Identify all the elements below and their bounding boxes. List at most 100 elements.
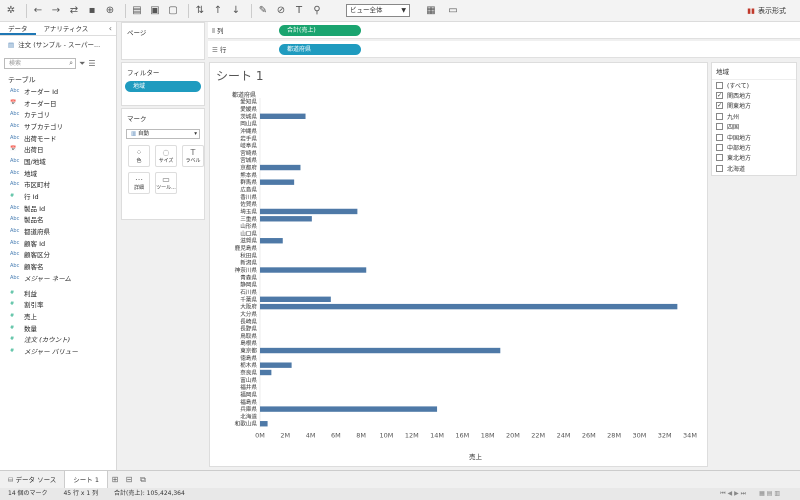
run-update-icon[interactable]: ⇄ <box>67 4 81 18</box>
mark-button[interactable]: T ラベル <box>182 145 204 167</box>
columns-shelf[interactable]: ⦀ 列 合計(売上) <box>208 22 800 39</box>
sheet-tab[interactable]: シート 1 <box>64 470 108 489</box>
show-cards-icon[interactable]: ▦ <box>424 4 438 18</box>
sort-ascending-icon[interactable]: ↑ <box>211 4 225 18</box>
checkbox-icon[interactable] <box>716 144 723 152</box>
field-item[interactable]: Abc 製品名 <box>0 214 116 226</box>
checkbox-icon[interactable] <box>716 81 723 89</box>
field-item[interactable]: Abc 製品 Id <box>0 202 116 214</box>
field-item[interactable]: Abc 国/地域 <box>0 155 116 167</box>
undo-icon[interactable]: ← <box>31 4 45 18</box>
sheet-nav-icon[interactable]: ⏮ ◀ ▶ ⏭ <box>720 488 746 500</box>
new-worksheet-icon[interactable]: ⊞ <box>108 475 122 484</box>
sheet-view-icon[interactable]: ▦ ▤ ▥ <box>759 488 780 500</box>
view-options-icon[interactable]: ☰ <box>88 59 95 68</box>
tab-analytics[interactable]: アナリティクス <box>36 22 97 35</box>
bar <box>260 406 438 412</box>
category-label: 鳥取県 <box>240 332 257 340</box>
field-item[interactable]: Abc メジャー ネーム <box>0 272 116 284</box>
clear-sheet-icon[interactable]: ▢ <box>166 4 180 18</box>
filter-option[interactable]: 中部地方 <box>712 142 796 152</box>
mark-button[interactable]: ⁘ 色 <box>128 145 150 167</box>
filter-option[interactable]: 北海道 <box>712 163 796 173</box>
field-item[interactable]: # 数量 <box>0 322 116 334</box>
filter-option[interactable]: 九州 <box>712 111 796 121</box>
checkbox-icon[interactable] <box>716 112 723 120</box>
checkbox-checked-icon[interactable]: ✓ <box>716 102 723 110</box>
field-item[interactable]: # メジャー バリュー <box>0 345 116 357</box>
checkbox-icon[interactable] <box>716 133 723 141</box>
checkbox-checked-icon[interactable]: ✓ <box>716 92 723 100</box>
view-fit-select[interactable]: ビュー全体 ▼ <box>346 4 410 17</box>
field-item[interactable]: # 注文 (カウント) <box>0 333 116 345</box>
checkbox-icon[interactable] <box>716 123 723 131</box>
field-item[interactable]: Abc 市区町村 <box>0 179 116 191</box>
filter-option[interactable]: (すべて) <box>712 80 796 90</box>
sum-total: 合計(売上): 105,424,364 <box>114 490 185 497</box>
columns-pill[interactable]: 合計(売上) <box>279 24 361 36</box>
group-icon[interactable]: ⊘ <box>274 4 288 18</box>
sort-descending-icon[interactable]: ↓ <box>229 4 243 18</box>
filter-option[interactable]: ✓ 関西地方 <box>712 90 796 100</box>
search-input[interactable]: 検索 ⌕ <box>4 58 76 69</box>
filter-icon[interactable]: ⏷ <box>79 59 85 69</box>
field-item[interactable]: Abc サブカテゴリ <box>0 120 116 132</box>
field-item[interactable]: # 割引率 <box>0 298 116 310</box>
field-name: 注文 (カウント) <box>24 336 71 345</box>
tableau-logo-icon[interactable]: ✲ <box>4 4 18 18</box>
field-item[interactable]: 📅 オーダー日 <box>0 97 116 109</box>
filters-card[interactable]: フィルター 地域 <box>121 62 205 106</box>
data-source-tab[interactable]: ⛁ データ ソース <box>0 471 64 489</box>
x-axis-title[interactable]: 売上 <box>469 451 482 461</box>
labels-icon[interactable]: T <box>292 4 306 18</box>
mark-button[interactable]: ⋯ 詳細 <box>128 172 150 194</box>
filter-pill[interactable]: 地域 <box>125 81 201 92</box>
category-label: 宮城県 <box>240 156 257 164</box>
field-item[interactable]: Abc 都道府県 <box>0 225 116 237</box>
mark-button[interactable]: ◌ サイズ <box>155 145 177 167</box>
swap-icon[interactable]: ⇅ <box>193 4 207 18</box>
new-data-source-icon[interactable]: ⊕ <box>103 4 117 18</box>
rows-pill[interactable]: 都道府県 <box>279 43 361 55</box>
presentation-icon[interactable]: ▭ <box>446 4 460 18</box>
mark-type-select[interactable]: ▥ 自動 ▾ <box>126 129 200 139</box>
bar-chart: 愛知県愛媛県茨城県岡山県沖縄県岩手県岐阜県宮崎県宮城県京都府熊本県群馬県広島県香… <box>235 98 697 440</box>
new-story-icon[interactable]: ⧉ <box>136 475 150 485</box>
highlight-icon[interactable]: ✎ <box>256 4 270 18</box>
save-icon[interactable]: ▪ <box>85 4 99 18</box>
new-worksheet-icon[interactable]: ▤ <box>130 4 144 18</box>
field-item[interactable]: Abc 地域 <box>0 167 116 179</box>
show-me-button[interactable]: ▮▮ 表示形式 <box>747 6 786 16</box>
collapse-icon[interactable]: ‹ <box>109 22 116 35</box>
field-item[interactable]: # 利益 <box>0 287 116 299</box>
field-item[interactable]: Abc 顧客名 <box>0 260 116 272</box>
field-item[interactable]: Abc 顧客区分 <box>0 249 116 261</box>
tab-data[interactable]: データ <box>0 22 36 35</box>
filter-option[interactable]: 四国 <box>712 122 796 132</box>
category-label: 大分県 <box>240 310 257 318</box>
field-item[interactable]: # 売上 <box>0 310 116 322</box>
new-dashboard-icon[interactable]: ⊟ <box>122 475 136 484</box>
pages-card[interactable]: ページ <box>121 22 205 60</box>
marks-count: 14 個のマーク <box>8 490 48 497</box>
filter-option[interactable]: 東北地方 <box>712 153 796 163</box>
rows-shelf[interactable]: ☰ 行 都道府県 <box>208 41 800 58</box>
field-item[interactable]: 📅 出荷日 <box>0 143 116 155</box>
mark-button[interactable]: ▭ ツール... <box>155 172 177 194</box>
field-item[interactable]: Abc カテゴリ <box>0 108 116 120</box>
checkbox-icon[interactable] <box>716 154 723 162</box>
field-item[interactable]: # 行 Id <box>0 190 116 202</box>
dimension-type-icon: Abc <box>10 157 20 164</box>
field-item[interactable]: Abc オーダー Id <box>0 85 116 97</box>
field-item[interactable]: Abc 出荷モード <box>0 132 116 144</box>
redo-icon[interactable]: → <box>49 4 63 18</box>
checkbox-icon[interactable] <box>716 164 723 172</box>
duplicate-icon[interactable]: ▣ <box>148 4 162 18</box>
filter-option[interactable]: 中国地方 <box>712 132 796 142</box>
data-source-item[interactable]: ▤ 注文 (サンプル - スーパー... <box>0 38 116 52</box>
x-tick-label: 32M <box>658 431 672 439</box>
pin-icon[interactable]: ⚲ <box>310 4 324 18</box>
bar <box>260 303 678 310</box>
filter-option[interactable]: ✓ 関東地方 <box>712 101 796 111</box>
field-item[interactable]: Abc 顧客 Id <box>0 237 116 249</box>
